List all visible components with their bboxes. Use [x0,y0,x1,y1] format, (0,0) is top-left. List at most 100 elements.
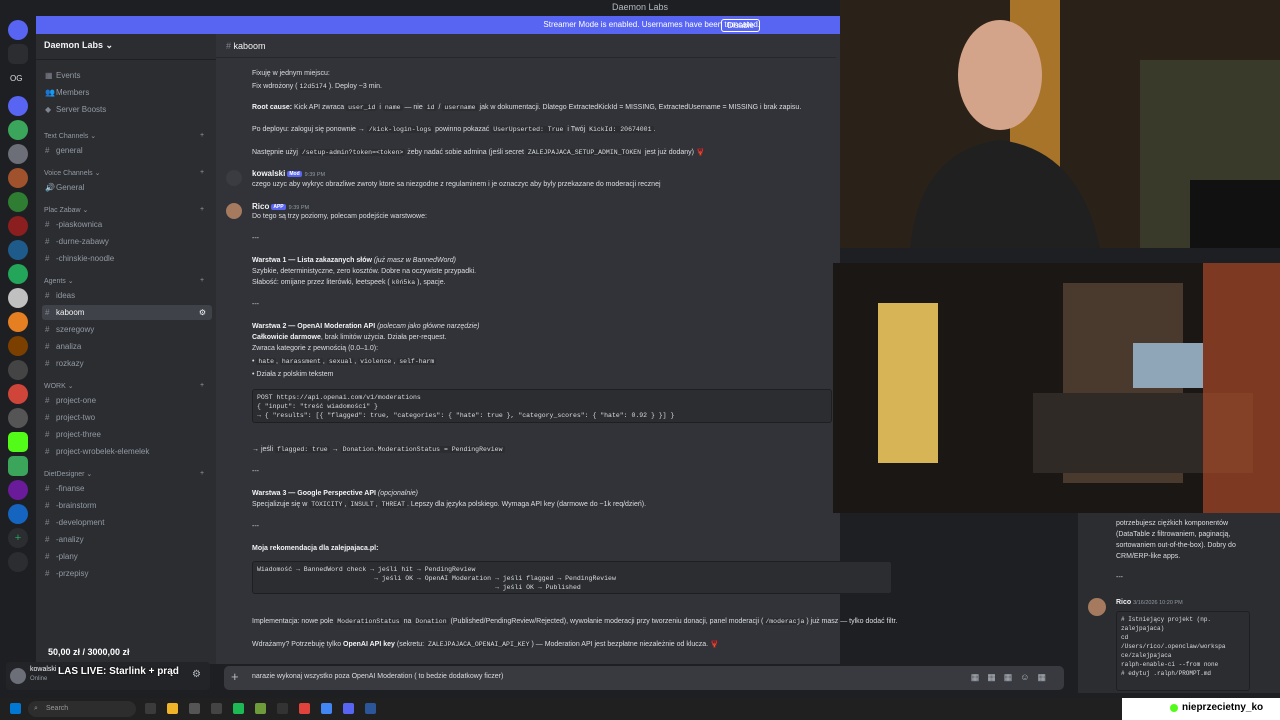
server-icon[interactable] [8,120,28,140]
code-block[interactable]: POST https://api.openai.com/v1/moderatio… [252,389,832,423]
channel-szeregowy[interactable]: # szeregowy [42,322,212,337]
app-icon[interactable] [211,703,222,714]
add-channel-icon[interactable]: + [200,132,204,139]
message-author[interactable]: Rico 3/16/2026 10:20 PM [1116,598,1183,608]
server-icon[interactable] [8,192,28,212]
channel-rozkazy[interactable]: # rozkazy [42,356,212,371]
channel-label: -piaskownica [56,220,103,229]
add-channel-icon[interactable]: + [200,277,204,284]
server-icon[interactable] [8,336,28,356]
category-text-channels[interactable]: Text Channels ⌄ + [44,132,204,140]
message-author[interactable]: kowalski Mod 9:39 PM [252,169,325,178]
add-channel-icon[interactable]: + [200,382,204,389]
task-view-icon[interactable] [145,703,156,714]
message-line: Warstwa 2 — OpenAI Moderation API (polec… [252,323,480,330]
bullet-item: • Działa z polskim tekstem [252,371,334,378]
server-icon[interactable] [8,96,28,116]
server-header[interactable]: Daemon Labs ⌄ [36,34,216,60]
add-server-icon[interactable]: + [8,528,28,548]
channel-project-three[interactable]: # project-three [42,427,212,442]
channel-analizy[interactable]: # -analizy [42,532,212,547]
message-composer[interactable]: + narazie wykonaj wszystko poza OpenAI M… [224,666,1064,690]
taskbar-search[interactable]: ⌕ Search [28,701,136,717]
active-server-icon[interactable] [8,44,28,64]
app-icon[interactable] [255,703,266,714]
server-icon[interactable] [8,168,28,188]
category-dietdesigner[interactable]: DietDesigner ⌄ + [44,470,204,478]
code-block[interactable]: # Istniejący projekt (np. zalejpajaca) c… [1116,611,1250,691]
composer-tools-icons[interactable]: ▦▦▦☺▦ [971,672,1054,683]
avatar[interactable] [226,203,242,219]
code-block[interactable]: Wiadomość → BannedWord check → jeśli hit… [252,561,892,594]
server-icon[interactable] [8,480,28,500]
channel-label: -analizy [56,535,84,544]
server-icon[interactable] [8,240,28,260]
category-plac-zabaw[interactable]: Plac Zabaw ⌄ + [44,206,204,214]
channel-development[interactable]: # -development [42,515,212,530]
discord-home-icon[interactable] [8,20,28,40]
settings-gear-icon[interactable]: ⚙ [199,305,206,320]
bullet-item: • hate, harassment, sexual, violence, se… [252,358,437,365]
add-channel-icon[interactable]: + [200,169,204,176]
voice-channel-general[interactable]: 🔊 General [42,180,212,195]
spotify-icon[interactable] [233,703,244,714]
role-badge: Mod [287,170,302,177]
server-icon[interactable] [8,456,28,476]
category-agents[interactable]: Agents ⌄ + [44,277,204,285]
channel-plany[interactable]: # -plany [42,549,212,564]
server-icon[interactable] [8,264,28,284]
sidebar-item-events[interactable]: ▦ Events [42,68,212,83]
app-icon[interactable] [189,703,200,714]
server-icon[interactable] [8,384,28,404]
category-voice-channels[interactable]: Voice Channels ⌄ + [44,169,204,177]
server-icon[interactable] [8,504,28,524]
server-icon[interactable] [8,312,28,332]
avatar[interactable] [1088,598,1106,616]
app-icon[interactable] [365,703,376,714]
sidebar-item-members[interactable]: 👥 Members [42,85,212,100]
channel-general[interactable]: # general [42,143,212,158]
discover-icon[interactable] [8,552,28,572]
sidebar-item-boosts[interactable]: ◆ Server Boosts [42,102,212,117]
calendar-icon: ▦ [45,71,53,80]
channel-analiza[interactable]: # analiza [42,339,212,354]
og-server-label[interactable]: OG [10,74,22,83]
file-explorer-icon[interactable] [167,703,178,714]
kick-server-icon[interactable] [8,432,28,452]
channel-project-wrobelek[interactable]: # project-wrobelek-elemelek [42,444,212,459]
message-author[interactable]: Rico APP 9:39 PM [252,202,309,211]
app-badge: APP [271,203,286,210]
message-line: Po deployu: zaloguj się ponownie → /kick… [252,126,656,133]
server-icon[interactable] [8,360,28,380]
discord-taskbar-icon[interactable] [343,703,354,714]
avatar[interactable] [226,170,242,186]
add-channel-icon[interactable]: + [200,470,204,477]
app-icon[interactable] [299,703,310,714]
channel-piaskownica[interactable]: # -piaskownica [42,217,212,232]
avatar[interactable] [10,668,26,684]
channel-durne-zabawy[interactable]: # -durne-zabawy [42,234,212,249]
server-icon[interactable] [8,288,28,308]
app-icon[interactable] [277,703,288,714]
attach-plus-icon[interactable]: + [231,669,239,684]
channel-przepisy[interactable]: # -przepisy [42,566,212,581]
category-work[interactable]: WORK ⌄ + [44,382,204,390]
user-settings-gear-icon[interactable]: ⚙ [192,669,201,680]
message-line: Warstwa 1 — Lista zakazanych słów (już m… [252,257,456,264]
channel-project-one[interactable]: # project-one [42,393,212,408]
channel-label: -plany [56,552,78,561]
windows-start-icon[interactable] [10,703,21,714]
channel-project-two[interactable]: # project-two [42,410,212,425]
disable-streamer-mode-button[interactable]: Disable [721,19,760,32]
live-dot-icon [1170,704,1178,712]
server-icon[interactable] [8,408,28,428]
server-icon[interactable] [8,144,28,164]
channel-finanse[interactable]: # -finanse [42,481,212,496]
channel-ideas[interactable]: # ideas [42,288,212,303]
channel-brainstorm[interactable]: # -brainstorm [42,498,212,513]
server-icon[interactable] [8,216,28,236]
add-channel-icon[interactable]: + [200,206,204,213]
chrome-icon[interactable] [321,703,332,714]
channel-kaboom[interactable]: # kaboom ⚙ [42,305,212,320]
channel-chinskie-noodle[interactable]: # -chinskie-noodle [42,251,212,266]
